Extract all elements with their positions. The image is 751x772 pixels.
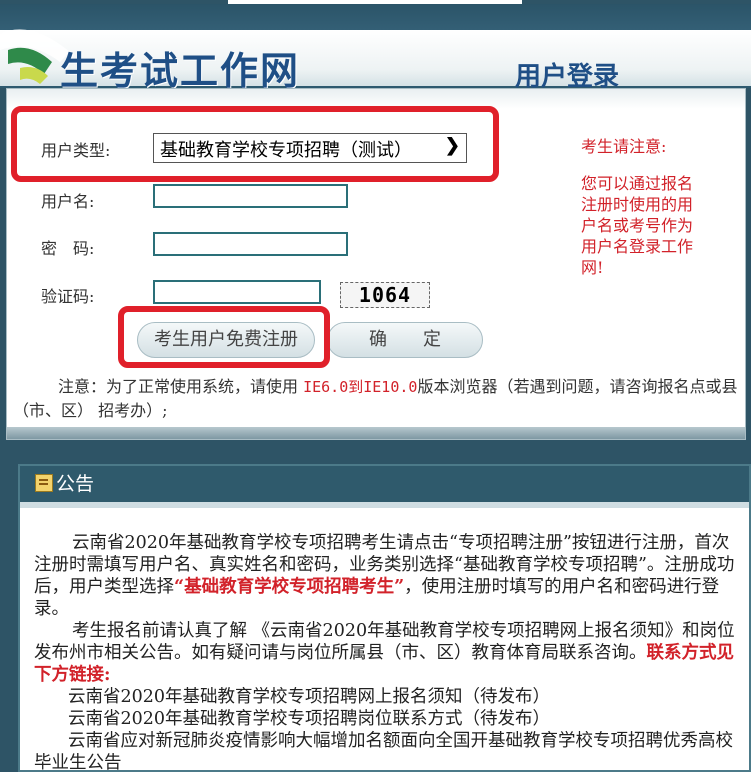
username-label: 用户名: [41, 192, 95, 211]
browser-note: 注意：为了正常使用系统，请使用 IE6.0到IE10.0版本浏览器（若遇到问题，… [13, 375, 743, 422]
announcement-link[interactable]: 云南省应对新冠肺炎疫情影响大幅增加名额面向全国开基础教育学校专项招聘优秀高校毕业… [34, 730, 742, 770]
browser-note-prefix: 注意：为了正常使用系统，请使用 [58, 377, 304, 396]
panel-bottom-bar [7, 427, 745, 439]
notice-line: 注册时使用的用 [581, 195, 694, 214]
announcement-link[interactable]: 云南省2020年基础教育学校专项招聘网上报名须知（待发布） [34, 686, 742, 708]
notice-line: 您可以通过报名 [581, 174, 694, 193]
announcement-paragraph: 云南省2020年基础教育学校专项招聘考生请点击“专项招聘注册”按钮进行注册，首次… [34, 532, 742, 620]
browser-note-highlight: IE6.0到IE10.0 [303, 378, 418, 396]
announcement-header: 公告 [20, 466, 749, 508]
login-heading: 用户登录 [515, 62, 620, 88]
announcement-panel: 公告 云南省2020年基础教育学校专项招聘考生请点击“专项招聘注册”按钮进行注册… [18, 464, 751, 772]
notice-text: 您可以通过报名 注册时使用的用 户名或考号作为 用户名登录工作 网! [581, 173, 693, 278]
highlight-box-user-type [11, 106, 499, 182]
captcha-input[interactable] [153, 280, 321, 304]
announcement-link[interactable]: 云南省2020年基础教育学校专项招聘岗位联系方式（待发布） [34, 708, 742, 730]
notice-line: 户名或考号作为 [581, 216, 694, 235]
captcha-image[interactable]: 1064 [340, 282, 430, 308]
notice-title: 考生请注意: [581, 137, 667, 156]
site-title: 生考试工作网 [60, 49, 301, 88]
captcha-label: 验证码: [41, 287, 95, 306]
site-banner: 生考试工作网 用户登录 [0, 4, 751, 88]
announcement-title: 公告 [56, 473, 95, 495]
announcement-paragraph: 考生报名前请认真了解 《云南省2020年基础教育学校专项招聘网上报名须知》和岗位… [34, 620, 742, 686]
password-label: 密 码: [41, 239, 95, 258]
username-input[interactable] [153, 184, 348, 208]
header-divider [20, 502, 749, 508]
notice-line: 网! [581, 258, 604, 277]
announcement-body: 云南省2020年基础教育学校专项招聘考生请点击“专项招聘注册”按钮进行注册，首次… [34, 532, 742, 770]
confirm-button[interactable]: 确 定 [327, 322, 483, 358]
notice-icon [35, 474, 53, 492]
highlight-box-register [118, 306, 330, 368]
notice-line: 用户名登录工作 [581, 237, 694, 256]
password-input[interactable] [153, 232, 348, 256]
paragraph-highlight: “基础教育学校专项招聘考生” [174, 577, 405, 597]
paragraph-text: 考生报名前请认真了解 《云南省2020年基础教育学校专项招聘网上报名须知》和岗位… [34, 621, 735, 663]
